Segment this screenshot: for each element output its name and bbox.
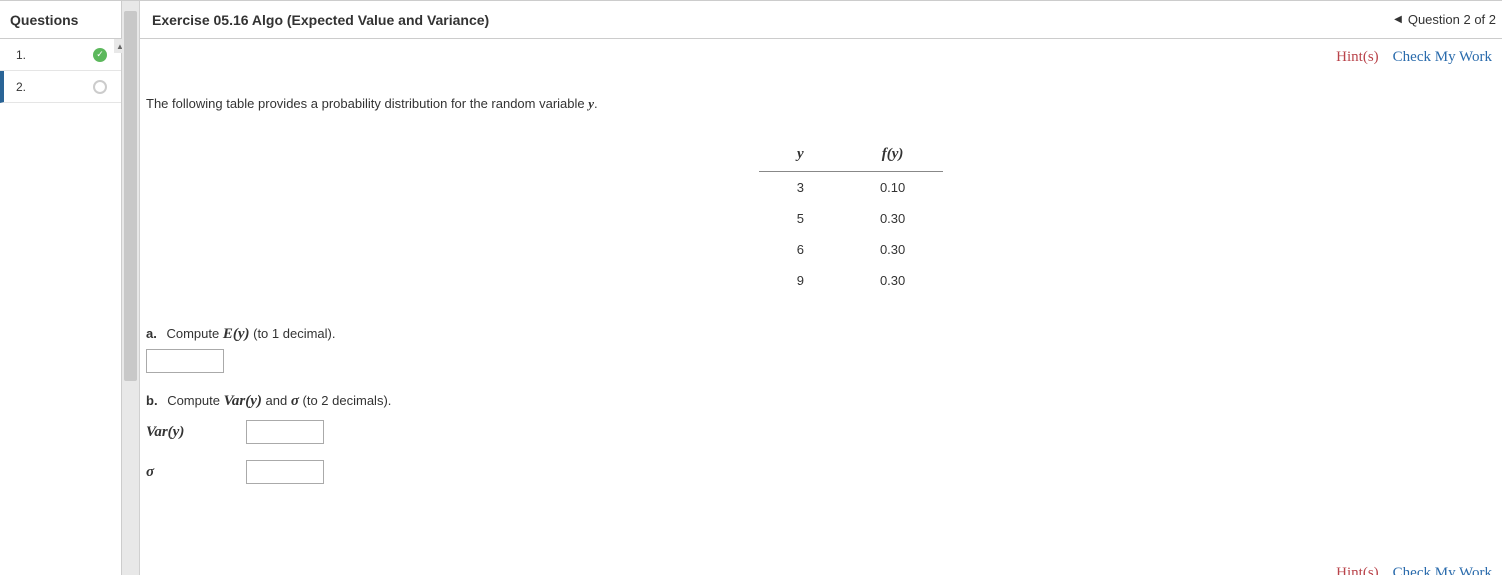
- expr-vary: Var(y): [224, 393, 262, 409]
- answer-a-input[interactable]: [146, 349, 224, 373]
- title-bar: Exercise 05.16 Algo (Expected Value and …: [140, 1, 1502, 39]
- questions-sidebar: Questions ▲ 1. 2.: [0, 1, 122, 575]
- check-work-link-bottom[interactable]: Check My Work: [1393, 565, 1492, 575]
- question-item-2[interactable]: 2.: [0, 71, 121, 103]
- toolbar: Hint(s) Check My Work: [140, 39, 1502, 66]
- distribution-table: y f(y) 3 0.10 5 0.30: [759, 138, 944, 296]
- answer-sigma-input[interactable]: [246, 460, 324, 484]
- table-row: 9 0.30: [759, 265, 944, 296]
- part-b: b. Compute Var(y) and σ (to 2 decimals).…: [146, 393, 1496, 490]
- status-complete-icon: [93, 48, 107, 62]
- part-a: a. Compute E(y) (to 1 decimal).: [146, 326, 1496, 379]
- question-list: ▲ 1. 2.: [0, 39, 121, 103]
- content-wrap: Exercise 05.16 Algo (Expected Value and …: [140, 1, 1502, 575]
- question-nav[interactable]: ◀ Question 2 of 2: [1394, 12, 1496, 27]
- expr-sigma: σ: [291, 393, 299, 409]
- check-work-link[interactable]: Check My Work: [1393, 49, 1492, 66]
- table-row: 3 0.10: [759, 172, 944, 204]
- part-a-label: a.: [146, 326, 157, 341]
- part-b-label: b.: [146, 393, 158, 408]
- intro-text: The following table provides a probabili…: [146, 96, 1496, 112]
- col-fy-header: f(y): [842, 138, 943, 172]
- sigma-row: σ: [146, 454, 1496, 490]
- var-row: Var(y): [146, 414, 1496, 450]
- sidebar-header: Questions: [0, 1, 121, 39]
- nav-label: Question 2 of 2: [1408, 12, 1496, 27]
- table-row: 5 0.30: [759, 203, 944, 234]
- main-area: Exercise 05.16 Algo (Expected Value and …: [122, 1, 1502, 575]
- scroll-gutter[interactable]: [122, 1, 140, 575]
- hints-link[interactable]: Hint(s): [1336, 49, 1379, 66]
- footer-toolbar: Hint(s) Check My Work: [1336, 565, 1492, 575]
- col-y-header: y: [759, 138, 842, 172]
- sigma-label: σ: [146, 464, 206, 481]
- app-root: Questions ▲ 1. 2. Exercise 05.16 Algo (E…: [0, 0, 1502, 575]
- answer-var-input[interactable]: [246, 420, 324, 444]
- var-label: Var(y): [146, 424, 206, 441]
- question-num: 2.: [16, 80, 26, 94]
- question-item-1[interactable]: 1.: [0, 39, 121, 71]
- scroll-thumb[interactable]: [124, 11, 137, 381]
- expr-ey: E(y): [223, 326, 250, 342]
- hints-link-bottom[interactable]: Hint(s): [1336, 565, 1379, 575]
- problem-body: The following table provides a probabili…: [140, 66, 1502, 575]
- nav-prev-icon[interactable]: ◀: [1394, 14, 1402, 25]
- table-row: 6 0.30: [759, 234, 944, 265]
- status-incomplete-icon: [93, 80, 107, 94]
- exercise-title: Exercise 05.16 Algo (Expected Value and …: [152, 12, 489, 28]
- question-num: 1.: [16, 48, 26, 62]
